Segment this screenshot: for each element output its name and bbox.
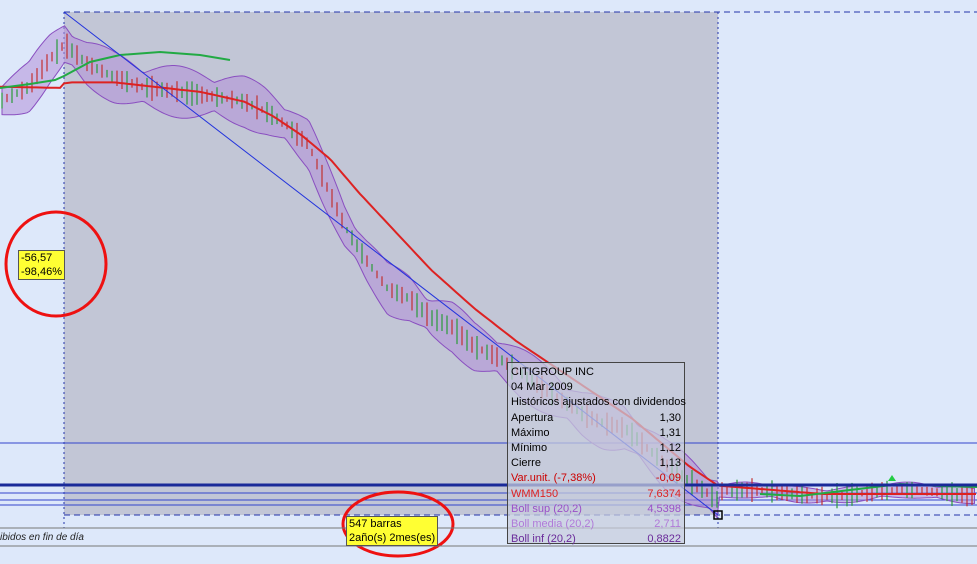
footer-status: ibidos en fin de día — [0, 532, 84, 543]
panel-row: Boll inf (20,2) 0,8822 — [511, 532, 681, 547]
panel-row: Máximo 1,31 — [511, 426, 681, 441]
panel-row-label: WMM150 — [511, 487, 559, 500]
panel-row-label: Apertura — [511, 411, 554, 424]
stock-chart[interactable] — [0, 0, 977, 564]
panel-row-label: Mínimo — [511, 441, 548, 454]
change-note[interactable]: -56,57 -98,46% — [18, 250, 65, 280]
info-panel: CITIGROUP INC 04 Mar 2009 Históricos aju… — [507, 362, 686, 547]
bars-count: 547 barras — [349, 518, 402, 530]
panel-row: Mínimo 1,12 — [511, 441, 681, 456]
panel-row-label: Boll inf (20,2) — [511, 533, 576, 546]
panel-row: Boll media (20,2) 2,711 — [511, 517, 681, 532]
panel-date: 04 Mar 2009 — [511, 381, 573, 394]
panel-row-value: 4,5398 — [647, 502, 681, 515]
panel-row-value: 7,6374 — [647, 487, 681, 500]
panel-row-value: 1,13 — [659, 457, 681, 470]
panel-row-value: 0,8822 — [647, 533, 681, 546]
green-marker — [888, 475, 896, 481]
panel-row-label: Máximo — [511, 426, 550, 439]
change-percent: -98,46% — [21, 266, 62, 278]
duration: 2año(s) 2mes(es) — [349, 532, 436, 544]
panel-row-value: -0,09 — [655, 472, 681, 485]
panel-row-value: 1,30 — [659, 411, 681, 424]
panel-row: WMM150 7,6374 — [511, 487, 681, 502]
panel-subtitle: Históricos ajustados con dividendos — [511, 396, 686, 409]
panel-row-label: Var.unit. (-7,38%) — [511, 472, 596, 485]
panel-row-value: 2,711 — [654, 517, 681, 530]
panel-row: Cierre 1,13 — [511, 456, 681, 471]
panel-row-value: 1,12 — [659, 441, 681, 454]
panel-row-value: 1,31 — [659, 426, 681, 439]
panel-row-label: Boll sup (20,2) — [511, 502, 582, 515]
bars-note[interactable]: 547 barras 2año(s) 2mes(es) — [346, 516, 439, 546]
panel-row-label: Cierre — [511, 457, 541, 470]
panel-row-label: Boll media (20,2) — [511, 517, 595, 530]
panel-row: Apertura 1,30 — [511, 411, 681, 426]
change-value: -56,57 — [21, 252, 53, 264]
panel-row: Boll sup (20,2) 4,5398 — [511, 502, 681, 517]
panel-title: CITIGROUP INC — [511, 366, 594, 378]
panel-row: Var.unit. (-7,38%) -0,09 — [511, 471, 681, 486]
